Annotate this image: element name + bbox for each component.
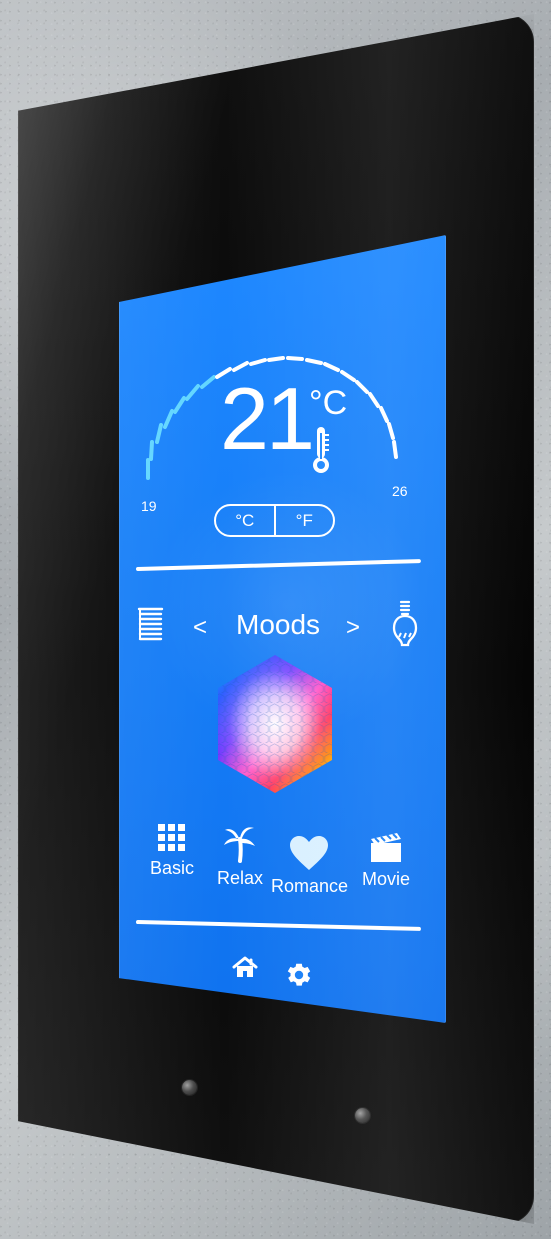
top-divider — [135, 559, 421, 571]
clapperboard-icon — [371, 833, 401, 862]
preset-relax[interactable]: Relax — [217, 825, 264, 888]
next-mode-button[interactable]: > — [346, 614, 360, 642]
preset-relax-label: Relax — [217, 868, 264, 888]
unit-toggle[interactable]: °C °F — [214, 504, 335, 537]
palm-tree-icon — [224, 827, 255, 863]
temperature-unit: °C — [309, 384, 348, 422]
thermometer-icon — [313, 427, 329, 473]
heart-icon — [290, 836, 328, 870]
thermostat-device: 19 26 21 °C °C °F < Moods > Basic Relax … — [18, 14, 534, 1224]
proximity-sensor-right — [355, 1108, 370, 1123]
preset-romance-label: Romance — [271, 876, 349, 896]
previous-mode-button[interactable]: < — [193, 614, 207, 642]
current-temperature: 21 — [220, 369, 315, 468]
color-picker[interactable] — [214, 653, 336, 795]
gear-icon[interactable] — [285, 961, 313, 989]
home-icon[interactable] — [231, 955, 259, 980]
grid-icon — [158, 824, 185, 851]
temperature-max-label: 26 — [392, 483, 408, 499]
preset-movie[interactable]: Movie — [357, 831, 415, 888]
preset-basic[interactable]: Basic — [146, 823, 198, 877]
proximity-sensor-left — [182, 1080, 197, 1095]
temperature-min-label: 19 — [141, 498, 157, 514]
celsius-option[interactable]: °C — [216, 506, 274, 535]
preset-movie-label: Movie — [361, 869, 410, 889]
fahrenheit-option[interactable]: °F — [273, 506, 334, 535]
preset-basic-label: Basic — [149, 858, 194, 878]
bottom-divider — [135, 920, 421, 931]
preset-romance[interactable]: Romance — [271, 835, 349, 896]
touch-screen: 19 26 21 °C °C °F < Moods > Basic Relax … — [119, 235, 446, 1023]
mode-title: Moods — [236, 609, 321, 640]
blinds-icon[interactable] — [136, 606, 165, 641]
light-bulb-icon[interactable] — [391, 598, 419, 650]
